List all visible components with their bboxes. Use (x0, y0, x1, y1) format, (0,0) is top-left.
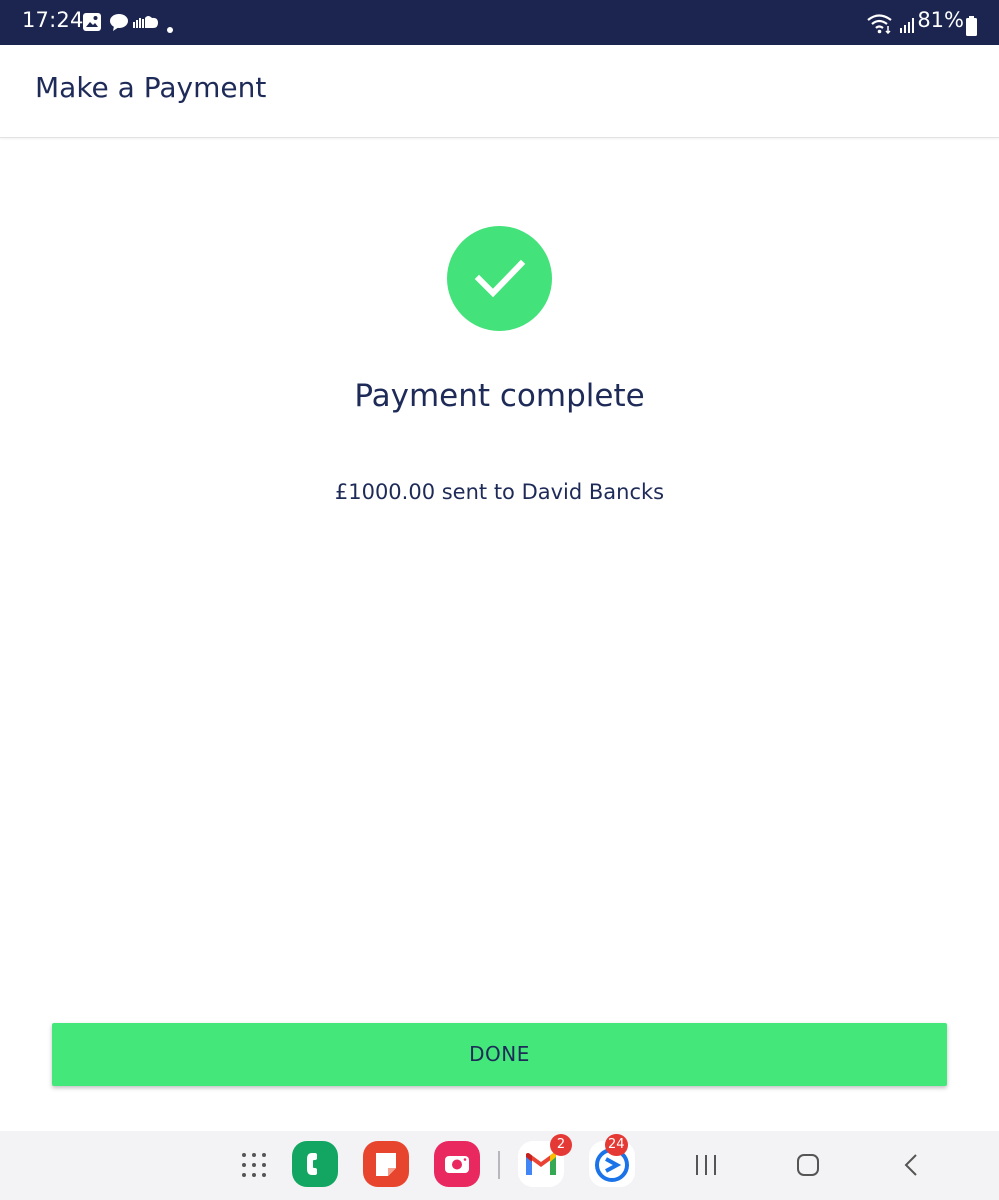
status-bar: 17:24 81% (0, 0, 999, 45)
dot-icon (166, 19, 174, 38)
wifi-icon (867, 14, 893, 38)
status-time: 17:24 (22, 8, 84, 32)
dock-divider (498, 1151, 500, 1179)
notes-app-icon[interactable] (363, 1141, 409, 1187)
done-button[interactable]: DONE (52, 1023, 947, 1086)
payment-summary: £1000.00 sent to David Bancks (334, 480, 665, 504)
app-bar: Make a Payment (0, 45, 999, 138)
signal-icon (899, 17, 915, 37)
gallery-icon (82, 12, 102, 36)
battery-percent: 81% (917, 8, 964, 32)
camera-app-icon[interactable] (434, 1141, 480, 1187)
phone-app-icon[interactable] (292, 1141, 338, 1187)
soundcloud-icon (133, 14, 159, 34)
home-button[interactable] (796, 1153, 820, 1181)
battery-icon (966, 16, 977, 40)
checkmark-icon (474, 259, 526, 298)
recents-button[interactable] (694, 1153, 718, 1181)
chat-bubble-icon (109, 12, 131, 36)
gmail-app-icon[interactable]: 2 (518, 1134, 572, 1187)
back-button[interactable] (900, 1153, 924, 1181)
app-drawer-icon[interactable] (241, 1152, 267, 1182)
outlook-badge: 24 (605, 1134, 628, 1156)
page-title: Make a Payment (35, 71, 267, 104)
outlook-app-icon[interactable]: 24 (589, 1134, 635, 1187)
gmail-badge: 2 (550, 1134, 572, 1156)
payment-status-title: Payment complete (354, 378, 645, 414)
success-badge (447, 226, 552, 331)
